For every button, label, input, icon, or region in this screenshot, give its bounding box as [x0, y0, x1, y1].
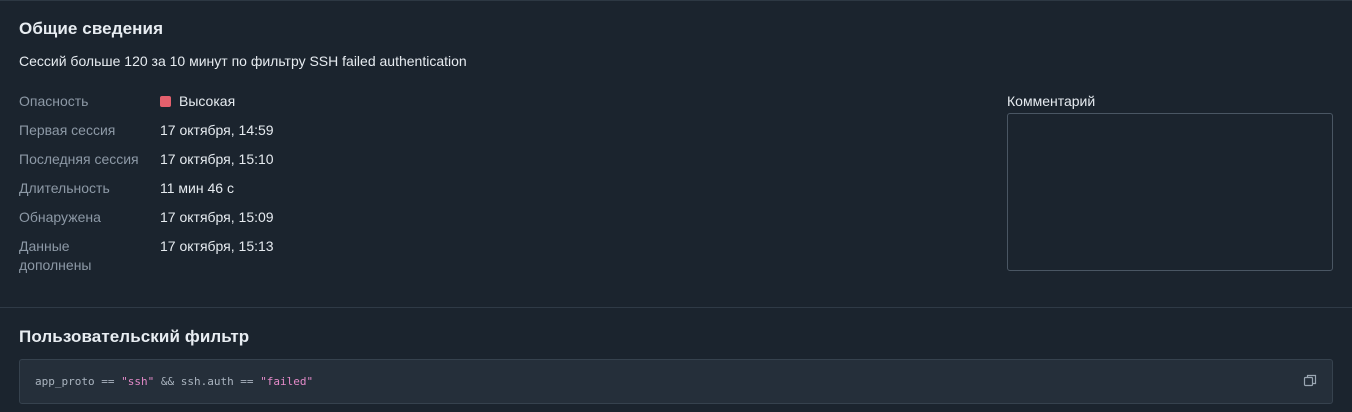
code-string-token: "failed" [260, 375, 314, 388]
general-info-title: Общие сведения [19, 19, 164, 38]
general-info-section: Общие сведения Сессий больше 120 за 10 м… [0, 1, 1352, 307]
property-value: 17 октября, 14:59 [160, 122, 274, 138]
severity-indicator-icon [160, 96, 171, 107]
property-row-severity: Опасность Высокая [19, 92, 519, 111]
copy-icon [1303, 374, 1317, 387]
incident-details-panel: Общие сведения Сессий больше 120 за 10 м… [0, 0, 1352, 412]
property-label: Последняя сессия [19, 151, 139, 167]
property-value: 17 октября, 15:13 [160, 238, 274, 254]
property-value: 17 октября, 15:09 [160, 209, 274, 225]
property-row-last-session: Последняя сессия 17 октября, 15:10 [19, 150, 519, 169]
code-token: && ssh.auth == [154, 375, 261, 388]
property-row-duration: Длительность 11 мин 46 с [19, 179, 519, 198]
code-string-token: "ssh" [121, 375, 155, 388]
filter-expression: app_proto == "ssh" && ssh.auth == "faile… [35, 375, 313, 389]
property-row-enriched: Данные дополнены 17 октября, 15:13 [19, 237, 519, 275]
comment-input[interactable] [1007, 113, 1333, 271]
property-label: Длительность [19, 180, 110, 196]
property-value: 17 октября, 15:10 [160, 151, 274, 167]
property-value: 11 мин 46 с [160, 180, 234, 196]
section-divider [0, 307, 1352, 308]
property-label: Данные дополнены [19, 238, 92, 273]
copy-button[interactable] [1302, 373, 1318, 389]
custom-filter-title: Пользовательский фильтр [19, 327, 250, 346]
property-row-first-session: Первая сессия 17 октября, 14:59 [19, 121, 519, 140]
incident-description: Сессий больше 120 за 10 минут по фильтру… [19, 53, 467, 69]
property-label: Опасность [19, 93, 89, 109]
comment-label: Комментарий [1007, 93, 1096, 109]
properties-list: Опасность Высокая Первая сессия 17 октяб… [19, 92, 519, 285]
property-value: Высокая [160, 92, 235, 111]
severity-value: Высокая [179, 93, 236, 109]
filter-code-block: app_proto == "ssh" && ssh.auth == "faile… [19, 359, 1333, 404]
code-token: app_proto == [35, 375, 122, 388]
property-row-detected: Обнаружена 17 октября, 15:09 [19, 208, 519, 227]
property-label: Первая сессия [19, 122, 116, 138]
property-label: Обнаружена [19, 209, 101, 225]
